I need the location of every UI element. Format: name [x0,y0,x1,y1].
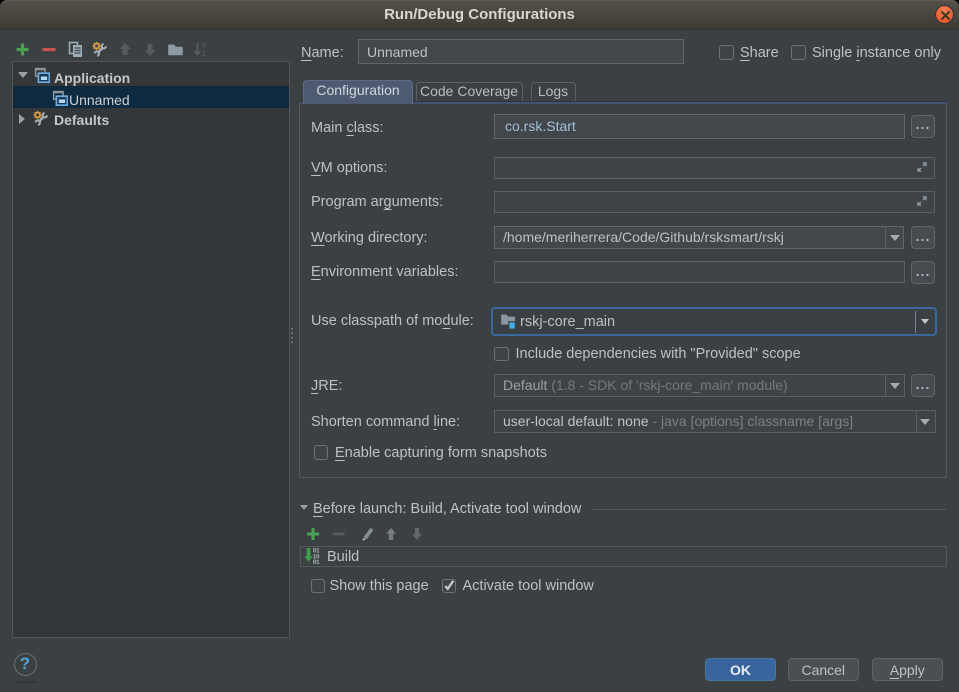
svg-text:01: 01 [313,559,320,565]
svg-text:z: z [202,49,206,58]
